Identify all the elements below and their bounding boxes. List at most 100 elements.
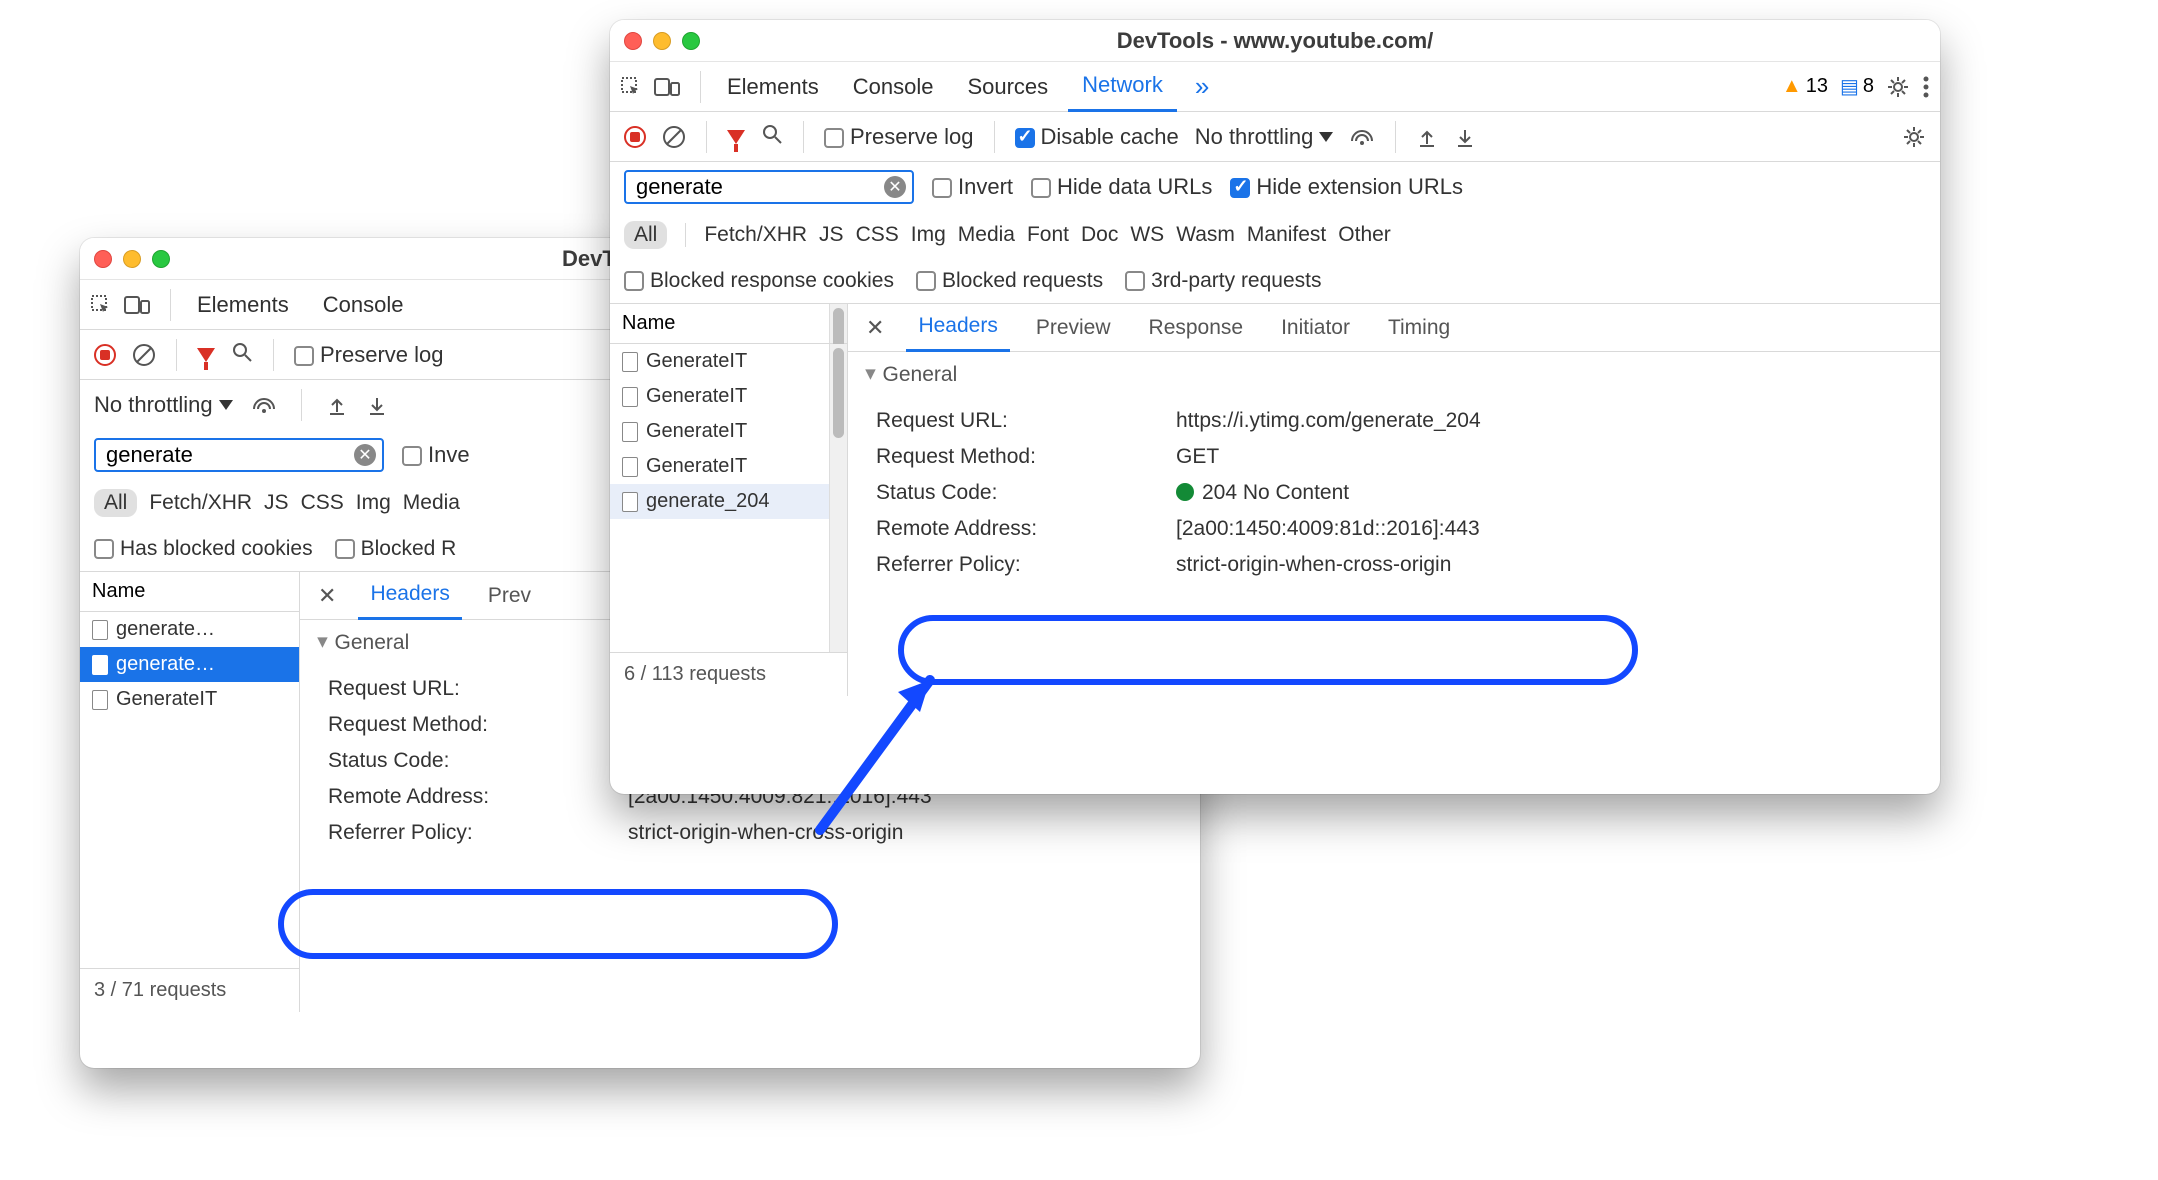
type-media[interactable]: Media: [958, 223, 1015, 247]
search-icon[interactable]: [231, 341, 253, 369]
inspect-icon[interactable]: [90, 294, 112, 316]
kv-value: 204 No Content: [1176, 481, 1349, 505]
minimize-window-icon[interactable]: [653, 32, 671, 50]
detail-tab-preview[interactable]: Preview: [1024, 304, 1123, 352]
extra-filters-row: Blocked response cookies Blocked request…: [610, 258, 1940, 304]
type-wasm[interactable]: Wasm: [1176, 223, 1235, 247]
messages-badge[interactable]: ▤8: [1840, 74, 1874, 99]
maximize-window-icon[interactable]: [152, 250, 170, 268]
filter-icon[interactable]: [727, 130, 745, 144]
request-row[interactable]: GenerateIT: [610, 449, 829, 484]
section-general[interactable]: General: [848, 352, 1940, 397]
preserve-log-option[interactable]: Preserve log: [824, 124, 974, 150]
kv-key: Referrer Policy:: [876, 553, 1176, 577]
detail-tab-timing[interactable]: Timing: [1376, 304, 1462, 352]
more-tabs-icon[interactable]: »: [1183, 71, 1221, 102]
tab-sources[interactable]: Sources: [953, 62, 1062, 112]
type-css[interactable]: CSS: [856, 223, 899, 247]
warnings-badge[interactable]: ▲13: [1782, 75, 1828, 98]
network-conditions-icon[interactable]: [1349, 126, 1375, 148]
type-ws[interactable]: WS: [1130, 223, 1164, 247]
type-img[interactable]: Img: [911, 223, 946, 247]
close-window-icon[interactable]: [624, 32, 642, 50]
invert-option[interactable]: Invert: [932, 174, 1013, 200]
request-row[interactable]: generate…: [80, 647, 299, 682]
close-detail-icon[interactable]: ✕: [310, 583, 344, 609]
type-all[interactable]: All: [94, 489, 137, 517]
detail-tab-preview[interactable]: Prev: [476, 572, 543, 620]
throttling-select[interactable]: No throttling: [94, 392, 233, 418]
device-toggle-icon[interactable]: [654, 76, 680, 98]
upload-icon[interactable]: [1416, 126, 1438, 148]
has-blocked-cookies-option[interactable]: Has blocked cookies: [94, 537, 313, 561]
minimize-window-icon[interactable]: [123, 250, 141, 268]
type-img[interactable]: Img: [356, 491, 391, 515]
blocked-requests-option[interactable]: Blocked requests: [916, 269, 1103, 293]
clear-filter-icon[interactable]: ✕: [884, 176, 906, 198]
type-fetchxhr[interactable]: Fetch/XHR: [149, 491, 252, 515]
download-icon[interactable]: [366, 394, 388, 416]
tab-elements[interactable]: Elements: [713, 62, 833, 112]
scrollbar[interactable]: [829, 304, 847, 343]
request-count: 6 / 113 requests: [610, 652, 847, 696]
filter-input[interactable]: ✕: [94, 438, 384, 472]
maximize-window-icon[interactable]: [682, 32, 700, 50]
clear-icon[interactable]: [132, 343, 156, 367]
request-row[interactable]: generate…: [80, 612, 299, 647]
inspect-icon[interactable]: [620, 76, 642, 98]
tab-network[interactable]: Network: [1068, 62, 1177, 112]
record-button[interactable]: [94, 344, 116, 366]
request-count: 3 / 71 requests: [80, 968, 299, 1012]
hide-data-urls-option[interactable]: Hide data URLs: [1031, 174, 1212, 200]
request-row[interactable]: GenerateIT: [610, 379, 829, 414]
clear-filter-icon[interactable]: ✕: [354, 444, 376, 466]
type-font[interactable]: Font: [1027, 223, 1069, 247]
close-window-icon[interactable]: [94, 250, 112, 268]
kebab-icon[interactable]: [1922, 75, 1930, 99]
filter-icon[interactable]: [197, 348, 215, 362]
gear-icon[interactable]: [1902, 125, 1926, 149]
preserve-log-option[interactable]: Preserve log: [294, 342, 444, 368]
type-css[interactable]: CSS: [301, 491, 344, 515]
status-dot-icon: [1176, 483, 1194, 501]
detail-tab-response[interactable]: Response: [1137, 304, 1256, 352]
hide-extension-urls-option[interactable]: Hide extension URLs: [1230, 174, 1463, 200]
kv-value: https://i.ytimg.com/generate_204: [1176, 409, 1481, 433]
request-row[interactable]: generate_204: [610, 484, 829, 519]
request-list-header: Name: [80, 572, 299, 612]
tab-console[interactable]: Console: [839, 62, 948, 112]
invert-option[interactable]: Inve: [402, 442, 470, 468]
type-fetchxhr[interactable]: Fetch/XHR: [704, 223, 807, 247]
third-party-requests-option[interactable]: 3rd-party requests: [1125, 269, 1321, 293]
request-row[interactable]: GenerateIT: [610, 344, 829, 379]
type-other[interactable]: Other: [1338, 223, 1391, 247]
tab-console[interactable]: Console: [309, 280, 418, 330]
type-js[interactable]: JS: [264, 491, 289, 515]
blocked-r-option[interactable]: Blocked R: [335, 537, 457, 561]
type-media[interactable]: Media: [403, 491, 460, 515]
record-button[interactable]: [624, 126, 646, 148]
request-row[interactable]: GenerateIT: [610, 414, 829, 449]
network-conditions-icon[interactable]: [251, 394, 277, 416]
filter-input[interactable]: ✕: [624, 170, 914, 204]
tab-elements[interactable]: Elements: [183, 280, 303, 330]
blocked-response-cookies-option[interactable]: Blocked response cookies: [624, 269, 894, 293]
detail-tab-headers[interactable]: Headers: [358, 572, 461, 620]
close-detail-icon[interactable]: ✕: [858, 315, 892, 341]
throttling-select[interactable]: No throttling: [1195, 124, 1334, 150]
type-manifest[interactable]: Manifest: [1247, 223, 1326, 247]
type-doc[interactable]: Doc: [1081, 223, 1118, 247]
clear-icon[interactable]: [662, 125, 686, 149]
request-row[interactable]: GenerateIT: [80, 682, 299, 717]
download-icon[interactable]: [1454, 126, 1476, 148]
search-icon[interactable]: [761, 123, 783, 151]
type-js[interactable]: JS: [819, 223, 844, 247]
upload-icon[interactable]: [326, 394, 348, 416]
gear-icon[interactable]: [1886, 75, 1910, 99]
type-all[interactable]: All: [624, 221, 667, 249]
disable-cache-option[interactable]: Disable cache: [1015, 124, 1179, 150]
detail-tab-headers[interactable]: Headers: [906, 304, 1009, 352]
device-toggle-icon[interactable]: [124, 294, 150, 316]
scrollbar[interactable]: [829, 344, 847, 652]
detail-tab-initiator[interactable]: Initiator: [1269, 304, 1362, 352]
